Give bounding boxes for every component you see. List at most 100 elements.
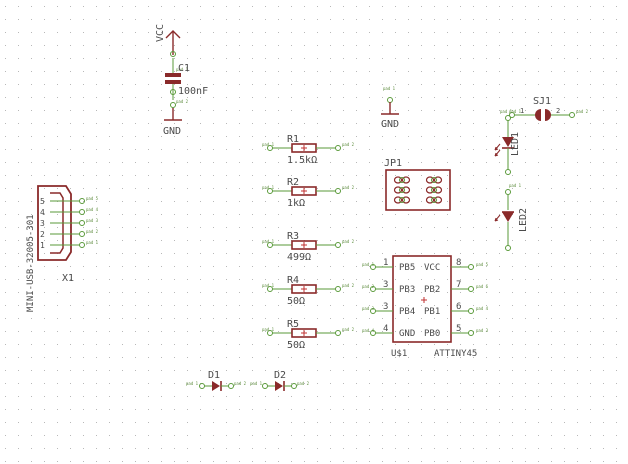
- jp1-pin[interactable]: [393, 196, 411, 204]
- usb-pin-4[interactable]: 4 pad 4: [40, 207, 99, 217]
- mcu-pin-number: 3: [383, 280, 388, 290]
- d1-name: D1: [208, 370, 220, 381]
- mcu-pin-name: PB2: [424, 285, 440, 295]
- jp1-pin[interactable]: [425, 186, 443, 194]
- resistor-pad2-label: pad 2: [342, 142, 355, 147]
- d2-pad1-label: pad 1: [250, 381, 263, 386]
- resistor-name: R5: [287, 319, 299, 330]
- mcu-pad-label: pad 2: [362, 284, 375, 289]
- gnd-label-1: GND: [163, 126, 181, 137]
- vcc-symbol[interactable]: VCC: [155, 24, 181, 57]
- mcu-pin-pb2[interactable]: 7 PB2 pad 6: [424, 280, 489, 295]
- mcu-pin-pb0[interactable]: 5 PB0 pad 3: [424, 324, 489, 339]
- resistor-name: R1: [287, 134, 299, 145]
- mcu-pad-label: pad 4: [476, 306, 489, 311]
- c1-value: 100nF: [178, 86, 208, 97]
- grid-dots: [5, 6, 617, 462]
- mcu-pin-number: 7: [456, 280, 461, 290]
- usb-pin-1[interactable]: 1 pad 1: [40, 240, 99, 250]
- usb-pin-number: 1: [40, 241, 45, 250]
- mcu-pin-pb4[interactable]: 3 PB4 pad 3: [362, 302, 415, 317]
- jp1-pin[interactable]: [393, 186, 411, 194]
- mcu-pin-name: PB3: [399, 285, 415, 295]
- resistor-pad1-label: pad 1: [262, 327, 275, 332]
- resistor-value: 50Ω: [287, 296, 305, 307]
- led-led1[interactable]: pad 1 LED1: [494, 109, 522, 175]
- resistor-name: R4: [287, 275, 299, 286]
- d2-name: D2: [274, 370, 286, 381]
- mcu-pin-pb5[interactable]: 1 PB5 pad 1: [362, 258, 415, 273]
- vcc-label: VCC: [155, 24, 166, 42]
- mcu-pin-name: PB0: [424, 329, 440, 339]
- mcu-u1[interactable]: 1 PB5 pad 1 3 PB3 pad 2 3 PB4 pad 3 4 GND pad 4 8 VCC…: [362, 255, 489, 359]
- sj1-name: SJ1: [533, 96, 551, 107]
- mcu-pad-label: pad 5: [476, 262, 489, 267]
- mcu-pin-number: 3: [383, 302, 388, 312]
- usb-connector-x1[interactable]: 5 pad 5 4 pad 4 3 pad 3 2 pad 2 1 pad 1 X1 MINI-U…: [26, 185, 99, 312]
- jp1-pin[interactable]: [393, 176, 411, 184]
- usb-pin-number: 2: [40, 230, 45, 239]
- resistor-r4[interactable]: pad 1 pad 2 R4 50Ω: [262, 275, 355, 307]
- mcu-pin-vcc[interactable]: 8 VCC pad 5: [424, 258, 489, 273]
- usb-pin-2[interactable]: 2 pad 2: [40, 229, 99, 239]
- gnd-symbol-2[interactable]: pad 1 GND: [381, 86, 399, 130]
- mcu-pin-gnd[interactable]: 4 GND pad 4: [362, 324, 415, 339]
- resistor-pad1-label: pad 1: [262, 283, 275, 288]
- resistor-pad2-label: pad 2: [342, 327, 355, 332]
- sj1-pin2: 2: [556, 107, 560, 115]
- sj1-pad2-label: pad 2: [576, 109, 589, 114]
- mcu-pin-number: 8: [456, 258, 461, 268]
- resistor-pad1-label: pad 1: [262, 142, 275, 147]
- resistor-r1[interactable]: pad 1 pad 2 R1 1.5kΩ: [262, 134, 355, 166]
- usb-pad-label: pad 2: [86, 229, 99, 234]
- resistor-pad2-label: pad 2: [342, 185, 355, 190]
- resistor-value: 50Ω: [287, 340, 305, 351]
- capacitor-c1[interactable]: pad 1 pad 2 C1 100nF: [165, 58, 208, 108]
- usb-pad-label: pad 3: [86, 218, 99, 223]
- mcu-pad-label: pad 4: [362, 328, 375, 333]
- mcu-pad-label: pad 3: [362, 306, 375, 311]
- diode-d2[interactable]: pad 1 pad 2 D2: [250, 370, 310, 391]
- gnd-label-2: GND: [381, 119, 399, 130]
- resistor-value: 1.5kΩ: [287, 155, 317, 166]
- resistor-value: 499Ω: [287, 252, 311, 263]
- usb-pad-label: pad 5: [86, 196, 99, 201]
- jp1-name: JP1: [384, 158, 402, 169]
- d1-pad2-label: pad 2: [234, 381, 247, 386]
- resistor-name: R3: [287, 231, 299, 242]
- gnd-symbol-1[interactable]: GND: [163, 108, 182, 137]
- mcu-pin-pb1[interactable]: 6 PB1 pad 4: [424, 302, 489, 317]
- usb-pin-number: 4: [40, 208, 45, 217]
- usb-pin-3[interactable]: 3 pad 3: [40, 218, 99, 228]
- usb-pad-label: pad 4: [86, 207, 99, 212]
- mcu-pin-name: PB4: [399, 307, 415, 317]
- mcu-name: U$1: [391, 349, 407, 359]
- mcu-pin-name: PB1: [424, 307, 440, 317]
- usb-pin-number: 3: [40, 219, 45, 228]
- mcu-pin-number: 1: [383, 258, 388, 268]
- gnd2-pad-label: pad 1: [383, 86, 396, 91]
- resistor-r5[interactable]: pad 1 pad 2 R5 50Ω: [262, 319, 355, 351]
- mcu-pin-name: GND: [399, 329, 415, 339]
- mcu-pin-name: PB5: [399, 263, 415, 273]
- mcu-pad-label: pad 1: [362, 262, 375, 267]
- diode-d1[interactable]: pad 1 pad 2 D1: [186, 370, 247, 391]
- schematic-canvas[interactable]: VCC pad 1 pad 2 C1 100nF GND pad 1 GND 5…: [0, 0, 628, 464]
- header-jp1[interactable]: JP1: [384, 158, 451, 211]
- led2-name: LED2: [518, 208, 529, 232]
- resistor-value: 1kΩ: [287, 198, 305, 209]
- mcu-pin-number: 5: [456, 324, 461, 334]
- mcu-pin-number: 4: [383, 324, 388, 334]
- resistor-pad1-label: pad 1: [262, 185, 275, 190]
- mcu-pin-number: 6: [456, 302, 461, 312]
- resistor-pad2-label: pad 2: [342, 283, 355, 288]
- d1-pad1-label: pad 1: [186, 381, 199, 386]
- resistor-r3[interactable]: pad 1 pad 2 R3 499Ω: [262, 231, 355, 263]
- jp1-pin[interactable]: [425, 176, 443, 184]
- x1-name: X1: [62, 273, 74, 284]
- c1-name: C1: [178, 63, 190, 74]
- jp1-pin[interactable]: [425, 196, 443, 204]
- usb-pin-5[interactable]: 5 pad 5: [40, 196, 99, 206]
- resistor-r2[interactable]: pad 1 pad 2 R2 1kΩ: [262, 177, 355, 209]
- x1-value: MINI-USB-32005-301: [26, 214, 36, 312]
